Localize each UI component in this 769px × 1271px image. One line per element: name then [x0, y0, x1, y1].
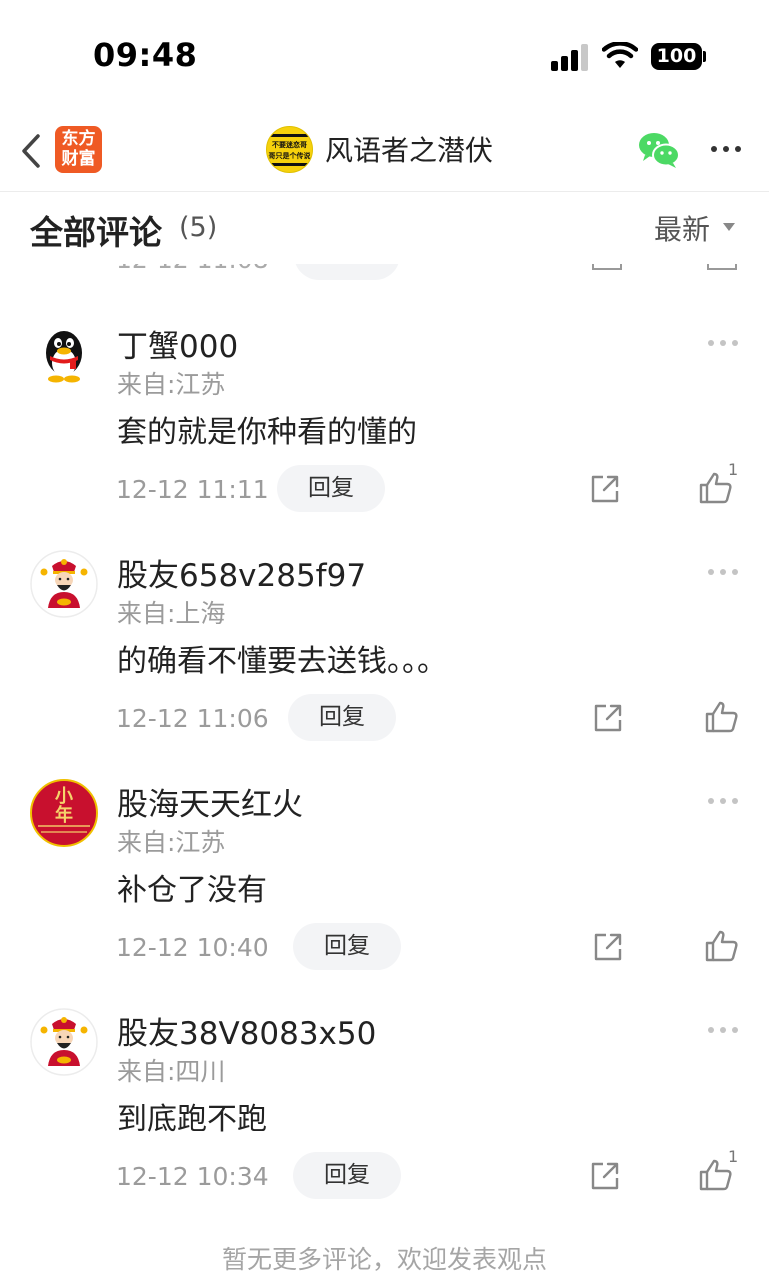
comment-more-icon[interactable]: [706, 1025, 740, 1035]
status-time: 09:48: [93, 36, 198, 74]
comment-location: 来自:江苏: [117, 828, 226, 857]
no-more-comments-note: 暂无更多评论，欢迎发表观点: [221, 1245, 547, 1271]
reply-button[interactable]: 回复: [277, 465, 385, 512]
battery-icon: 100: [651, 43, 702, 70]
author-avatar[interactable]: 不要迷恋哥 哥只是个传说: [266, 125, 313, 173]
more-options-icon[interactable]: [709, 138, 743, 160]
nav-bar: 东方 财富 不要迷恋哥 哥只是个传说 风语者之潜伏: [0, 110, 769, 192]
comment-item: 丁蟹000 来自:江苏 套的就是你种看的懂的 12-12 11:11 回复 1: [0, 307, 769, 536]
caret-down-icon[interactable]: [723, 223, 735, 231]
avatar-char-2: 年: [55, 805, 73, 826]
comment-location: 来自:上海: [117, 599, 226, 628]
wifi-icon: [602, 42, 638, 68]
share-icon[interactable]: [592, 931, 624, 963]
page-title: 风语者之潜伏: [325, 134, 494, 167]
sort-dropdown[interactable]: 最新: [654, 208, 710, 248]
share-icon[interactable]: [589, 1160, 621, 1192]
comment-location: 来自:江苏: [117, 370, 226, 399]
like-count: 1: [728, 460, 739, 479]
comments-count: (5): [179, 212, 218, 243]
reply-button[interactable]: 回复: [293, 1152, 401, 1199]
comment-text: 到底跑不跑: [117, 1102, 267, 1137]
author-avatar-text-2: 哥只是个传说: [268, 151, 311, 160]
comment-timestamp: 12-12 10:34: [116, 1162, 269, 1191]
share-icon[interactable]: [592, 702, 624, 734]
comment-timestamp: 12-12 11:06: [116, 704, 269, 733]
comment-more-icon[interactable]: [706, 567, 740, 577]
comment-more-icon[interactable]: [706, 338, 740, 348]
god-of-wealth-avatar[interactable]: [30, 1008, 98, 1076]
app-logo-line1: 东方: [61, 129, 96, 149]
comment-location: 来自:四川: [117, 1057, 226, 1086]
thumbs-up-icon[interactable]: [704, 929, 740, 963]
comments-header: 全部评论 (5) 最新: [0, 192, 769, 264]
comment-text: 补仓了没有: [117, 873, 267, 908]
comment-more-icon[interactable]: [706, 796, 740, 806]
like-count: 1: [728, 1147, 739, 1166]
back-chevron-icon[interactable]: [18, 132, 44, 170]
comments-title: 全部评论: [30, 213, 162, 252]
comment-item: 股友658v285f97 来自:上海 的确看不懂要去送钱。。。 12-12 11…: [0, 536, 769, 765]
comment-text: 的确看不懂要去送钱。。。: [117, 644, 447, 679]
reply-button[interactable]: 回复: [288, 694, 396, 741]
comment-item: 小 年 股海天天红火 来自:江苏 补仓了没有 12-12 10:40 回复: [0, 765, 769, 994]
god-of-wealth-avatar[interactable]: [30, 550, 98, 618]
status-bar: 09:48 100: [0, 0, 769, 110]
comment-username[interactable]: 股友38V8083x50: [117, 1008, 376, 1053]
thumbs-up-icon[interactable]: [704, 700, 740, 734]
author-header[interactable]: 不要迷恋哥 哥只是个传说 风语者之潜伏: [266, 124, 493, 174]
comment-timestamp: 12-12 10:40: [116, 933, 269, 962]
comment-item: 股友38V8083x50 来自:四川 到底跑不跑 12-12 10:34 回复 …: [0, 994, 769, 1223]
comment-username[interactable]: 股海天天红火: [117, 779, 303, 824]
comments-page: 09:48 100 东方 财富 不要迷恋哥 哥只是个传说 风语者之潜伏 全部评论…: [0, 0, 769, 1271]
app-logo[interactable]: 东方 财富: [55, 126, 102, 173]
cellular-signal-icon: [551, 43, 589, 71]
red-new-year-avatar[interactable]: 小 年: [30, 779, 98, 847]
share-icon[interactable]: [589, 473, 621, 505]
comment-username[interactable]: 股友658v285f97: [117, 550, 366, 595]
reply-button[interactable]: 回复: [293, 923, 401, 970]
comment-timestamp: 12-12 11:11: [116, 475, 269, 504]
qq-penguin-avatar[interactable]: [30, 321, 98, 389]
author-avatar-text-1: 不要迷恋哥: [272, 140, 307, 149]
app-logo-line2: 财富: [61, 149, 96, 169]
comment-text: 套的就是你种看的懂的: [117, 415, 417, 450]
wechat-share-icon[interactable]: [637, 130, 681, 170]
comment-username[interactable]: 丁蟹000: [117, 321, 238, 366]
battery-tip: [703, 51, 706, 62]
